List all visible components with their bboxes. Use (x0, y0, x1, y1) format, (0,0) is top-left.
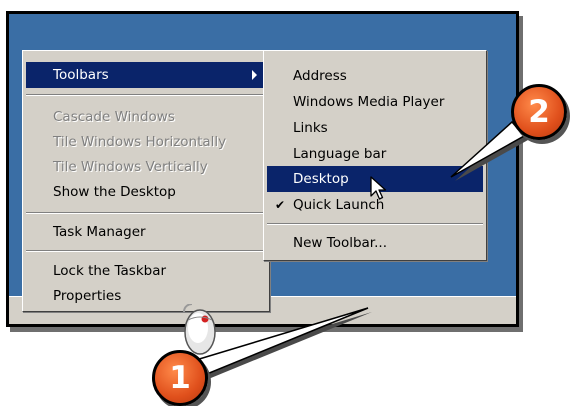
callout-badge-2: 2 (511, 84, 567, 140)
callout-pointers (195, 120, 528, 380)
callout-badge-1: 1 (152, 350, 208, 406)
